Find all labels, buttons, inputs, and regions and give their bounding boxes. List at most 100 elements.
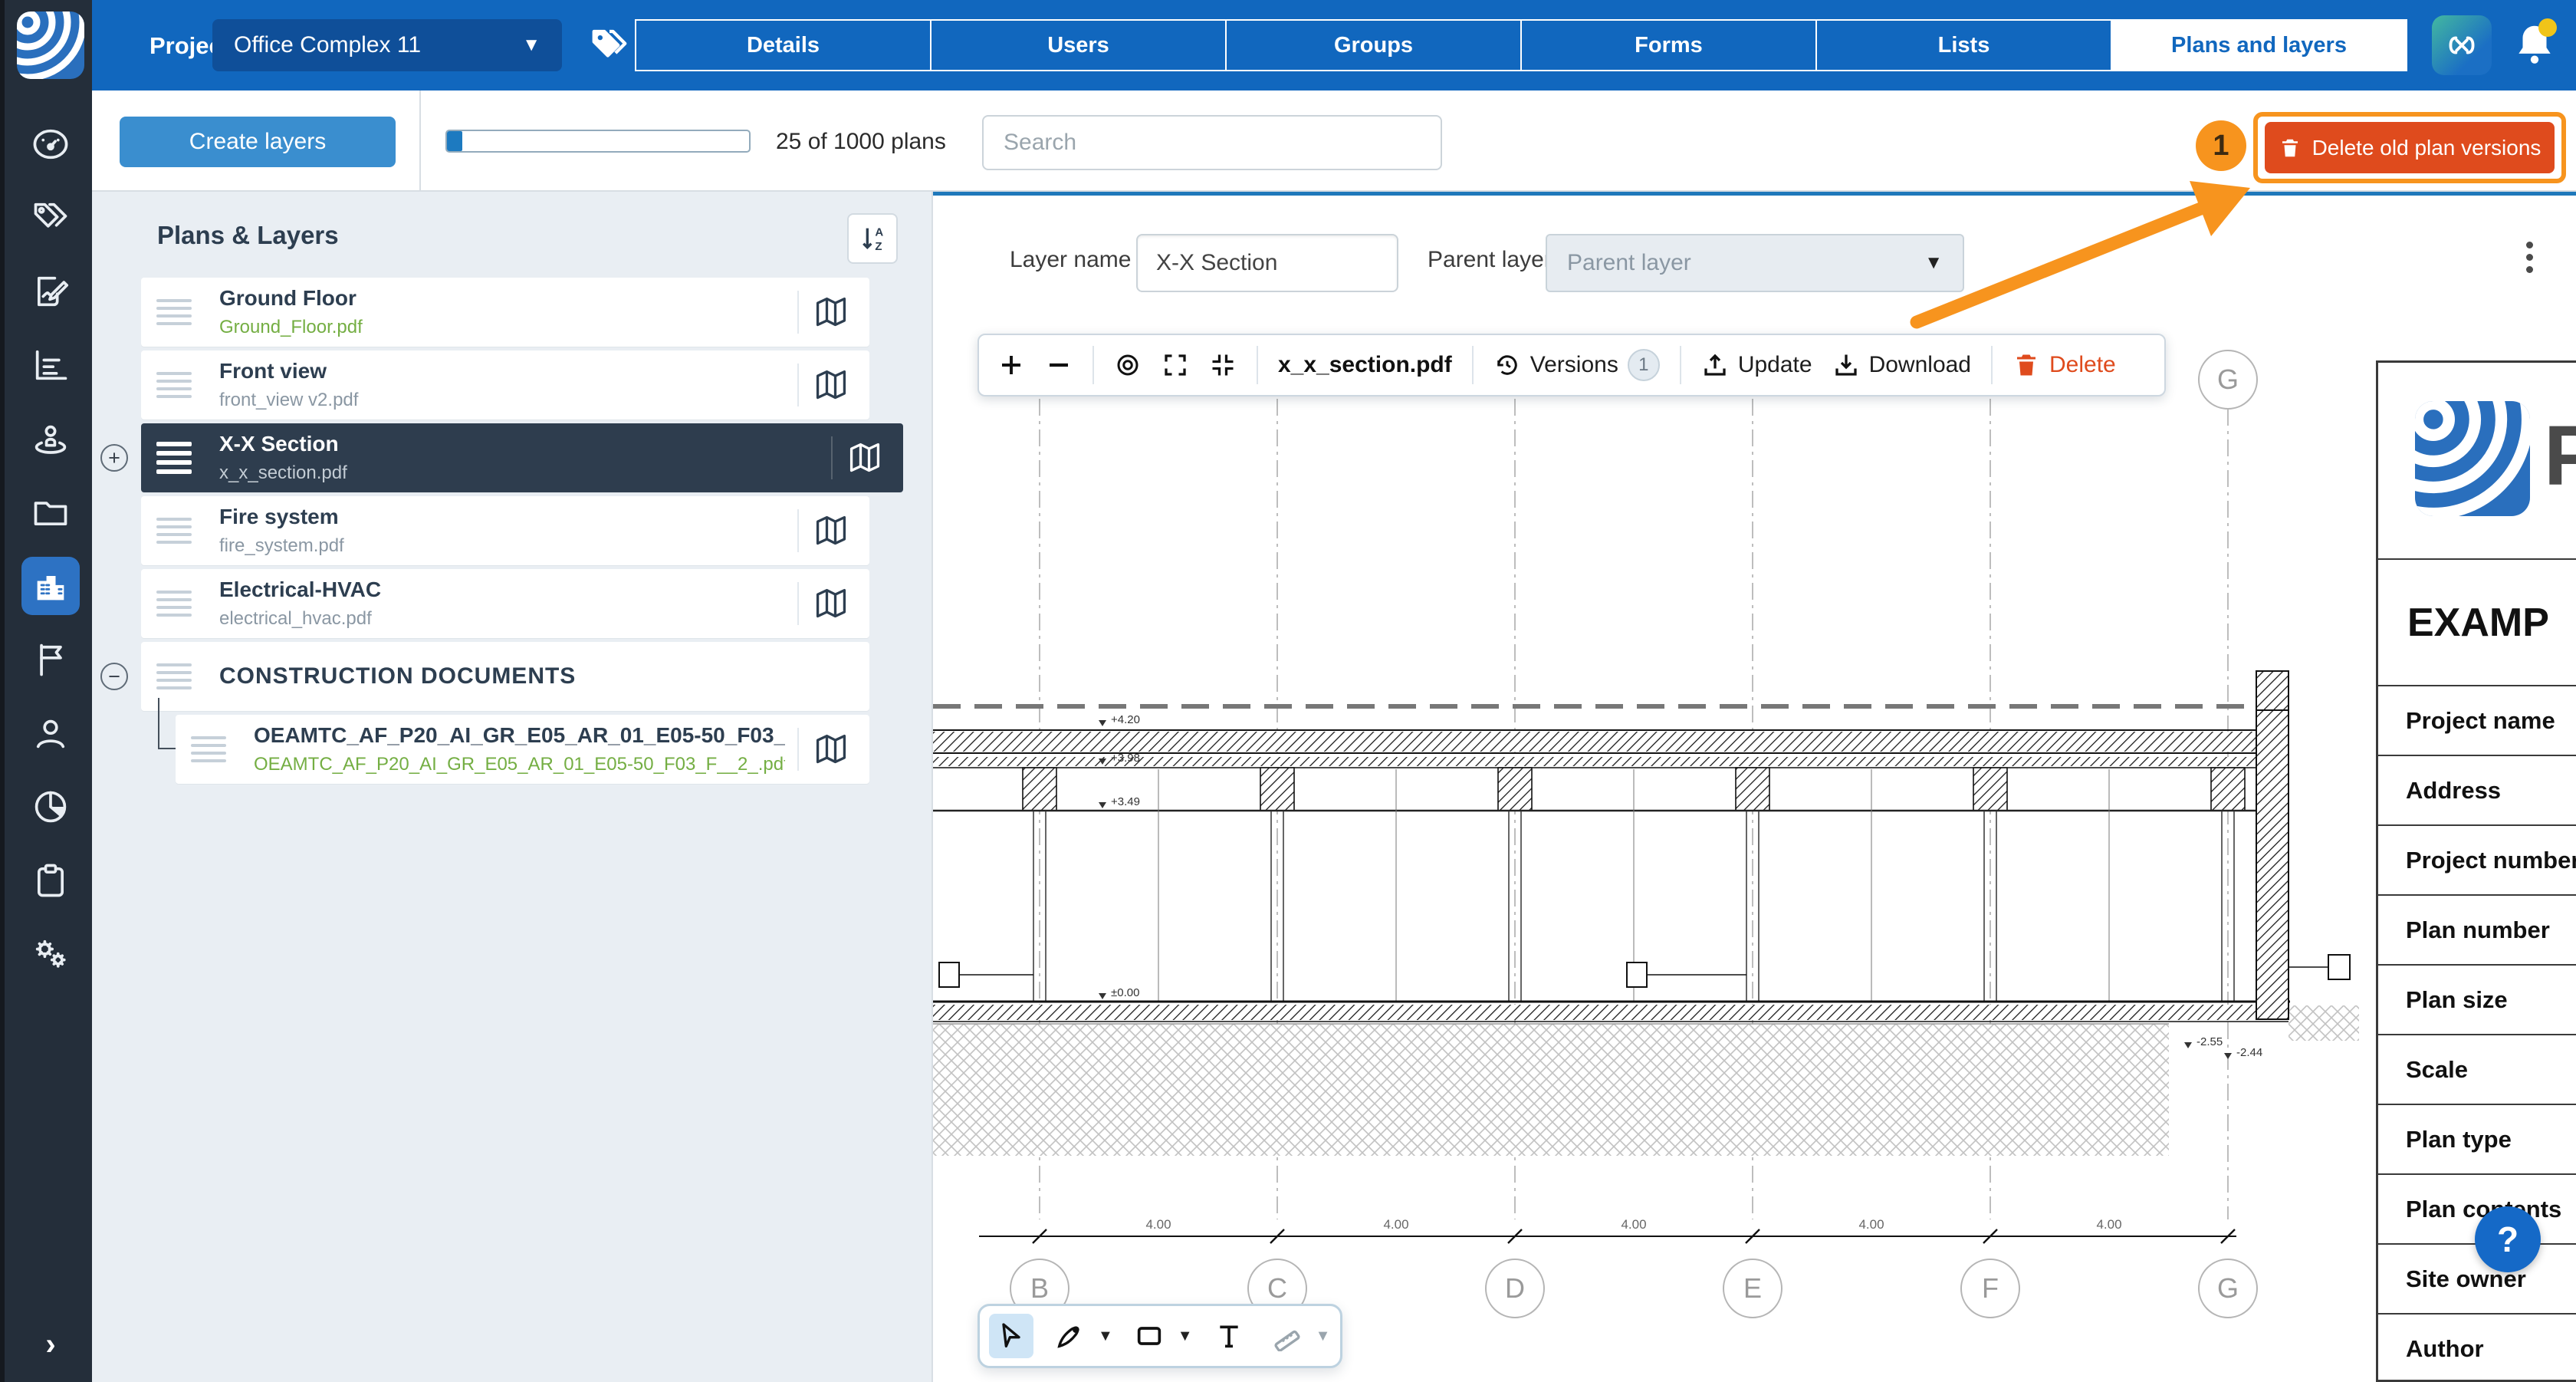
create-layers-button[interactable]: Create layers [120,117,396,167]
tab-plans-and-layers[interactable]: Plans and layers [2111,19,2407,71]
measure-tool-button[interactable]: ▼ [1265,1314,1331,1358]
ticket-edit-icon [31,271,71,311]
sidebar-expand-chevron[interactable]: › [5,1328,97,1362]
svg-text:D: D [1505,1272,1525,1304]
plan-file-name: OEAMTC_AF_P20_AI_GR_E05_AR_01_E05-50_F03… [254,754,785,775]
plan-row[interactable]: Ground FloorGround_Floor.pdf [141,278,869,347]
drag-handle-icon[interactable] [156,663,192,689]
sidebar-item-ticket-edit[interactable] [5,255,97,328]
titleblock-logo-cell: P [2378,363,2576,560]
plan-meta: OEAMTC_AF_P20_AI_GR_E05_AR_01_E05-50_F03… [254,723,785,775]
update-button[interactable]: Update [1701,351,1812,379]
tab-details[interactable]: Details [635,19,932,71]
map-icon[interactable] [814,295,848,329]
help-button[interactable]: ? [2475,1206,2541,1272]
download-button[interactable]: Download [1832,351,1971,379]
titleblock-brand-text: P [2544,407,2576,505]
planradar-logo[interactable] [17,12,84,79]
drag-handle-icon[interactable] [156,591,192,617]
svg-text:B: B [1030,1272,1049,1304]
delete-old-plan-versions-button[interactable]: Delete old plan versions [2265,122,2555,173]
versions-button[interactable]: Versions 1 [1493,349,1660,381]
zoom-in-button[interactable] [997,351,1025,379]
zoom-out-button[interactable] [1045,351,1073,379]
target-icon [1114,351,1142,379]
map-icon[interactable] [848,441,882,475]
select-tool-button[interactable] [989,1314,1033,1358]
tab-forms[interactable]: Forms [1520,19,1817,71]
plan-name: Electrical-HVAC [219,577,785,602]
shape-tool-button[interactable]: ▼ [1127,1314,1193,1358]
sidebar-item-folder[interactable] [5,475,97,549]
flag-icon [31,640,71,679]
notification-dot [2538,18,2557,37]
sidebar-item-settings-gears[interactable] [5,917,97,991]
tab-groups[interactable]: Groups [1225,19,1522,71]
cursor-icon [996,1321,1027,1351]
plan-row[interactable]: Electrical-HVACelectrical_hvac.pdf [141,569,869,638]
history-icon [1493,351,1521,379]
plan-row[interactable]: Fire systemfire_system.pdf [141,496,869,565]
center-view-button[interactable] [1114,351,1142,379]
svg-text:E: E [1743,1272,1762,1304]
drag-handle-icon[interactable] [191,736,226,762]
text-tool-button[interactable] [1207,1314,1251,1358]
logo-arcs-icon [2415,401,2530,516]
project-selector[interactable]: Office Complex 11 ▼ [212,19,562,71]
drag-handle-icon[interactable] [156,372,192,398]
notifications-bell-icon[interactable] [2511,20,2558,71]
tab-users[interactable]: Users [930,19,1227,71]
plan-row[interactable]: OEAMTC_AF_P20_AI_GR_E05_AR_01_E05-50_F03… [176,715,869,784]
drag-handle-icon[interactable] [156,299,192,325]
sidebar-item-user[interactable] [5,696,97,770]
sidebar-item-person-pin[interactable] [5,402,97,475]
plan-row[interactable]: X-X Sectionx_x_section.pdf [141,423,903,492]
map-icon[interactable] [814,514,848,548]
pen-tool-button[interactable]: ▼ [1047,1314,1113,1358]
svg-text:-2.55: -2.55 [2196,1035,2223,1048]
plan-folder-row[interactable]: CONSTRUCTION DOCUMENTS [141,642,869,711]
titleblock-row: Author [2378,1315,2576,1382]
download-label: Download [1869,352,1971,378]
plan-meta: X-X Sectionx_x_section.pdf [219,432,819,484]
chevron-down-icon[interactable]: ▼ [1178,1328,1193,1345]
plan-row[interactable]: Front viewfront_view v2.pdf [141,350,869,420]
svg-text:4.00: 4.00 [2096,1217,2121,1232]
expand-toggle[interactable]: + [100,444,128,472]
chevron-down-icon[interactable]: ▼ [1316,1328,1331,1345]
sort-az-button[interactable]: A Z [847,213,898,264]
sidebar-item-pie-chart[interactable] [5,770,97,844]
drag-handle-icon[interactable] [156,518,192,544]
plan-file-name: x_x_section.pdf [219,462,819,484]
map-icon[interactable] [814,587,848,620]
chevron-down-icon[interactable]: ▼ [1098,1328,1113,1345]
sidebar-item-tags[interactable] [5,181,97,255]
delete-label: Delete [2049,352,2116,378]
plan-name: Ground Floor [219,286,785,311]
sidebar-item-stats[interactable] [5,328,97,402]
sidebar: › [0,0,92,1382]
svg-text:4.00: 4.00 [1383,1217,1408,1232]
drag-handle-icon[interactable] [156,442,192,474]
sidebar-item-buildings[interactable] [5,549,97,623]
panel-header: Plans & Layers A Z [92,192,933,276]
plan-meta: CONSTRUCTION DOCUMENTS [219,663,848,689]
delete-plan-button[interactable]: Delete [2013,351,2116,379]
search-input[interactable] [982,115,1442,170]
tab-lists[interactable]: Lists [1815,19,2112,71]
divider [797,728,799,771]
sidebar-item-dashboard[interactable] [5,107,97,181]
sidebar-item-flag[interactable] [5,623,97,696]
tags-icon[interactable] [589,25,630,66]
titleblock-row: Plan type [2378,1105,2576,1175]
fullscreen-button[interactable] [1162,351,1189,379]
map-icon[interactable] [814,732,848,766]
sidebar-item-clipboard[interactable] [5,844,97,917]
connect-app-icon[interactable] [2432,15,2492,75]
fit-to-screen-button[interactable] [1209,351,1237,379]
divider [797,509,799,552]
expand-toggle[interactable]: − [100,663,128,690]
map-icon[interactable] [814,368,848,402]
plan-meta: Ground FloorGround_Floor.pdf [219,286,785,338]
divider [797,582,799,625]
